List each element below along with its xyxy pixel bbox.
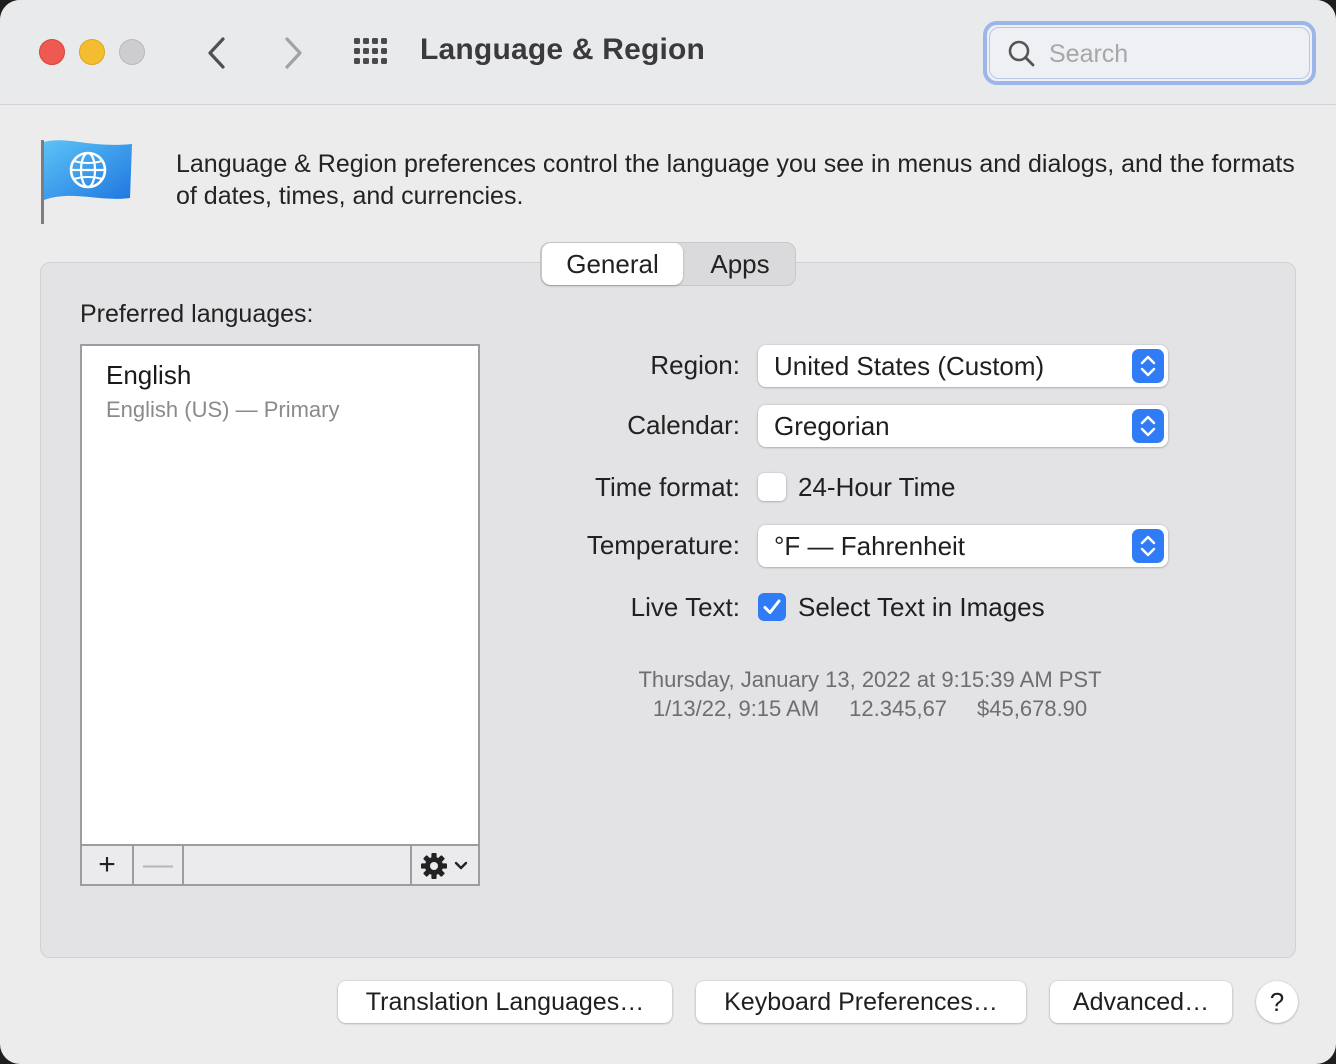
remove-language-button[interactable]: — (134, 846, 184, 884)
calendar-select[interactable]: Gregorian (758, 405, 1168, 447)
popup-arrows (1132, 349, 1164, 383)
temperature-value: °F — Fahrenheit (774, 531, 966, 561)
live-text-label: Live Text: (630, 592, 740, 622)
preferred-languages-heading: Preferred languages: (80, 300, 314, 328)
search-input[interactable] (1049, 37, 1299, 71)
24-hour-time-label[interactable]: 24-Hour Time (798, 472, 956, 503)
zoom-window-button[interactable] (119, 39, 145, 65)
time-format-label: Time format: (595, 472, 740, 502)
24-hour-time-checkbox[interactable] (758, 473, 786, 501)
region-select[interactable]: United States (Custom) (758, 345, 1168, 387)
chevron-down-icon (454, 861, 468, 870)
search-icon (1008, 40, 1035, 67)
gear-icon (421, 853, 468, 879)
show-all-button[interactable] (350, 34, 394, 70)
tab-bar: General Apps (540, 242, 796, 286)
advanced-button[interactable]: Advanced… (1050, 981, 1232, 1023)
minimize-window-button[interactable] (79, 39, 105, 65)
grid-icon (354, 38, 387, 64)
sample-short-date: 1/13/22, 9:15 AM (652, 696, 820, 721)
globe-flag-icon (41, 140, 132, 224)
temperature-select[interactable]: °F — Fahrenheit (758, 525, 1168, 567)
up-down-arrows-icon (1140, 535, 1156, 557)
popup-arrows (1132, 529, 1164, 563)
sample-full-date: Thursday, January 13, 2022 at 9:15:39 AM… (638, 667, 1102, 692)
tab-apps[interactable]: Apps (685, 243, 795, 285)
live-text-option-label[interactable]: Select Text in Images (798, 592, 1045, 623)
add-language-button[interactable]: + (82, 846, 134, 884)
help-button[interactable]: ? (1256, 981, 1298, 1023)
translation-languages-button[interactable]: Translation Languages… (338, 981, 672, 1023)
chevron-right-icon (285, 37, 302, 69)
title-bar: Language & Region (0, 0, 1336, 105)
preferences-window: Language & Region Language & Region pref… (0, 0, 1336, 1064)
forward-button[interactable] (272, 30, 312, 74)
temperature-label: Temperature: (586, 530, 740, 560)
window-title: Language & Region (420, 33, 706, 66)
up-down-arrows-icon (1140, 415, 1156, 437)
language-detail: English (US) — Primary (106, 397, 340, 422)
close-window-button[interactable] (39, 39, 65, 65)
list-toolbar: + — (82, 844, 478, 884)
region-label: Region: (650, 350, 740, 380)
language-name: English (106, 360, 192, 390)
keyboard-preferences-button[interactable]: Keyboard Preferences… (696, 981, 1026, 1023)
calendar-label: Calendar: (627, 410, 740, 440)
calendar-value: Gregorian (774, 411, 890, 441)
region-value: United States (Custom) (774, 351, 1045, 381)
list-item[interactable]: English English (US) — Primary (106, 360, 339, 423)
sample-number: 12.345,67 (849, 696, 948, 721)
checkmark-icon (763, 599, 781, 614)
chevron-left-icon (208, 37, 225, 69)
popup-arrows (1132, 409, 1164, 443)
language-actions-button[interactable] (410, 846, 478, 884)
live-text-checkbox[interactable] (758, 593, 786, 621)
preferred-languages-list[interactable]: English English (US) — Primary + — (80, 344, 480, 886)
pane-description: Language & Region preferences control th… (176, 150, 1295, 210)
search-field[interactable] (983, 21, 1316, 85)
sample-formats: 1/13/22, 9:15 AM 12.345,67 $45,678.90 (560, 696, 1180, 722)
tab-general[interactable]: General (542, 243, 683, 285)
back-button[interactable] (196, 30, 236, 74)
up-down-arrows-icon (1140, 355, 1156, 377)
sample-currency: $45,678.90 (977, 696, 1088, 721)
